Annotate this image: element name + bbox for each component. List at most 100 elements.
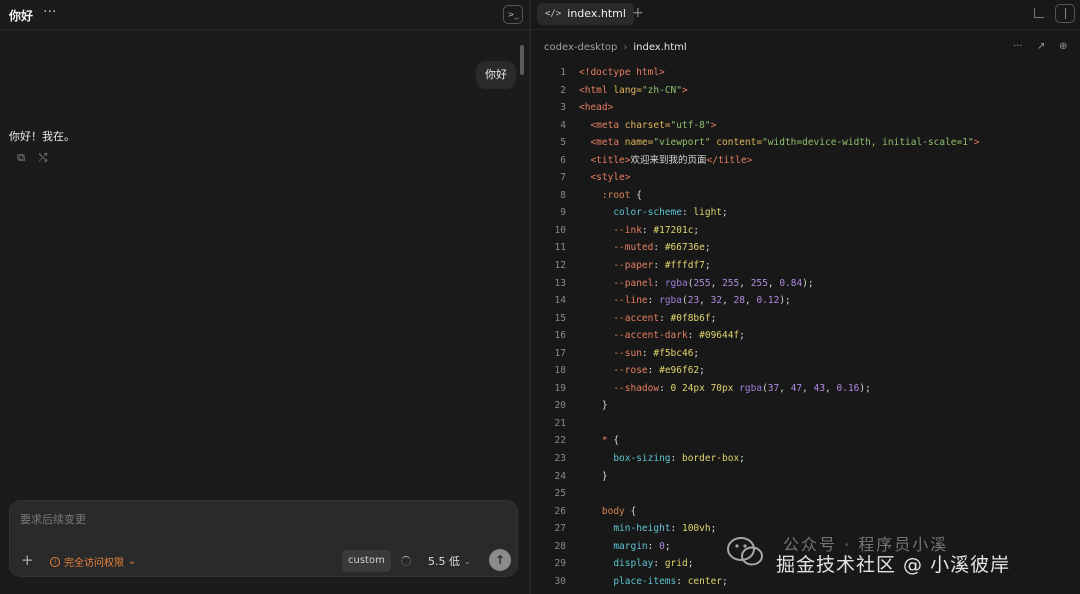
send-button[interactable]: ↑ <box>489 549 511 571</box>
code-line[interactable]: 10 --ink: #17201c; <box>531 222 1080 240</box>
code-token: "utf-8" <box>670 119 711 131</box>
code-line[interactable]: 4 <meta charset="utf-8"> <box>531 117 1080 135</box>
code-line[interactable]: 9 color-scheme: light; <box>531 204 1080 222</box>
code-line[interactable]: 24 } <box>531 468 1080 486</box>
code-token: "width=device-width, initial-scale=1" <box>762 137 974 149</box>
code-text: --paper: #fffdf7; <box>579 257 710 275</box>
add-tab-button[interactable]: + <box>632 5 644 21</box>
code-editor[interactable]: 1 <!doctype html> 2 <html lang="zh-CN"> 3 <he… <box>531 64 1080 590</box>
code-line[interactable]: 23 box-sizing: border-box; <box>531 450 1080 468</box>
branch-icon[interactable]: ⤭ <box>36 151 50 165</box>
code-line[interactable]: 13 --panel: rgba(255, 255, 255, 0.84); <box>531 275 1080 293</box>
line-number: 28 <box>554 540 566 552</box>
code-token: content= <box>710 137 763 149</box>
code-line[interactable]: 11 --muted: #66736e; <box>531 239 1080 257</box>
code-file-icon: </> <box>545 9 562 19</box>
open-external-icon[interactable]: ↗ <box>1037 41 1045 52</box>
code-line[interactable]: 3 <head> <box>531 99 1080 117</box>
more-options-icon[interactable]: ··· <box>1013 41 1023 52</box>
code-token: #66736e <box>664 242 705 254</box>
code-token: : <box>653 242 665 254</box>
wechat-logo-icon <box>727 537 763 566</box>
code-token: center <box>687 575 723 587</box>
code-token: <style> <box>579 172 631 184</box>
code-text: --sun: #f5bc46; <box>579 345 699 363</box>
code-token: ; <box>722 207 728 219</box>
code-line[interactable]: 21 <box>531 415 1080 433</box>
code-text: <meta charset="utf-8"> <box>579 117 716 135</box>
composer-input[interactable] <box>20 510 500 528</box>
code-token: , <box>699 295 711 307</box>
code-token: , <box>825 382 837 394</box>
code-line[interactable]: 15 --accent: #0f8b6f; <box>531 310 1080 328</box>
new-window-icon[interactable]: ⊕ <box>1059 41 1067 52</box>
loading-spinner-icon <box>401 556 411 566</box>
code-line[interactable]: 16 --accent-dark: #09644f; <box>531 327 1080 345</box>
code-line[interactable]: 26 body { <box>531 503 1080 521</box>
code-token: : <box>641 347 654 359</box>
code-text: --rose: #e96f62; <box>579 362 705 380</box>
model-selector[interactable]: 5.5 低 ⌄ <box>428 553 471 569</box>
code-line[interactable]: 2 <html lang="zh-CN"> <box>531 82 1080 100</box>
code-token: lang= <box>613 84 642 96</box>
code-line[interactable]: 8 :root { <box>531 187 1080 205</box>
code-token: <title> <box>579 154 631 166</box>
code-line[interactable]: 18 --rose: #e96f62; <box>531 362 1080 380</box>
code-token: { <box>630 189 642 201</box>
more-options-icon[interactable]: ··· <box>43 4 56 20</box>
line-number: 1 <box>560 67 566 78</box>
terminal-icon[interactable]: >_ <box>503 5 523 24</box>
code-token: border-box <box>681 453 740 465</box>
code-token: : <box>647 365 660 377</box>
code-token: #17201c <box>653 224 694 236</box>
code-token: 0 24px 70px <box>670 382 740 394</box>
code-token: 255 <box>693 277 711 289</box>
copy-icon[interactable]: ⧉ <box>14 151 28 165</box>
code-line[interactable]: 5 <meta name="viewport" content="width=d… <box>531 134 1080 152</box>
code-line[interactable]: 20 } <box>531 397 1080 415</box>
tab-index-html[interactable]: </> index.html <box>537 3 634 25</box>
code-token: , <box>802 382 814 394</box>
code-token: --paper <box>579 260 654 272</box>
code-token: --sun <box>579 347 642 359</box>
code-token: </title> <box>706 154 753 166</box>
code-line[interactable]: 25 <box>531 485 1080 503</box>
line-number: 2 <box>560 84 566 96</box>
code-line[interactable]: 14 --line: rgba(23, 32, 28, 0.12); <box>531 292 1080 310</box>
code-line[interactable]: 6 <title>欢迎来到我的页面</title> <box>531 152 1080 170</box>
code-token: : <box>670 453 682 465</box>
code-token: <!doctype html> <box>579 67 665 78</box>
code-token: , <box>744 295 757 307</box>
code-token: : <box>659 382 671 394</box>
permission-label: 完全访问权限 <box>64 558 124 569</box>
add-attachment-button[interactable]: + <box>21 551 34 569</box>
scrollbar-thumb[interactable] <box>520 45 524 75</box>
editor-panel: </> index.html + codex-desktop › index.h… <box>531 0 1080 594</box>
code-token: , <box>767 277 780 289</box>
restore-icon[interactable] <box>1034 8 1044 18</box>
code-token: : <box>659 312 671 324</box>
line-number: 7 <box>560 172 566 184</box>
code-line[interactable]: 7 <style> <box>531 169 1080 187</box>
breadcrumb-folder[interactable]: codex-desktop <box>544 42 617 53</box>
code-token: 255 <box>722 277 740 289</box>
code-line[interactable]: 1 <!doctype html> <box>531 64 1080 82</box>
code-line[interactable]: 22 * { <box>531 432 1080 450</box>
permission-dropdown[interactable]: ! 完全访问权限 ⌄ <box>50 554 136 569</box>
mode-button[interactable]: custom <box>342 550 391 572</box>
code-token: : <box>676 575 688 587</box>
code-token: : <box>681 207 694 219</box>
code-line[interactable]: 17 --sun: #f5bc46; <box>531 345 1080 363</box>
code-line[interactable]: 19 --shadow: 0 24px 70px rgba(37, 47, 43… <box>531 380 1080 398</box>
code-token: ); <box>779 295 791 307</box>
toggle-sidebar-icon[interactable] <box>1055 4 1075 23</box>
line-number: 27 <box>554 523 566 535</box>
code-token: ); <box>802 277 814 289</box>
code-line[interactable]: 12 --paper: #fffdf7; <box>531 257 1080 275</box>
code-token: 37 <box>767 382 780 394</box>
breadcrumb-file[interactable]: index.html <box>633 42 686 53</box>
code-token: : <box>647 295 660 307</box>
code-token: } <box>579 400 608 412</box>
chevron-right-icon: › <box>623 42 628 53</box>
